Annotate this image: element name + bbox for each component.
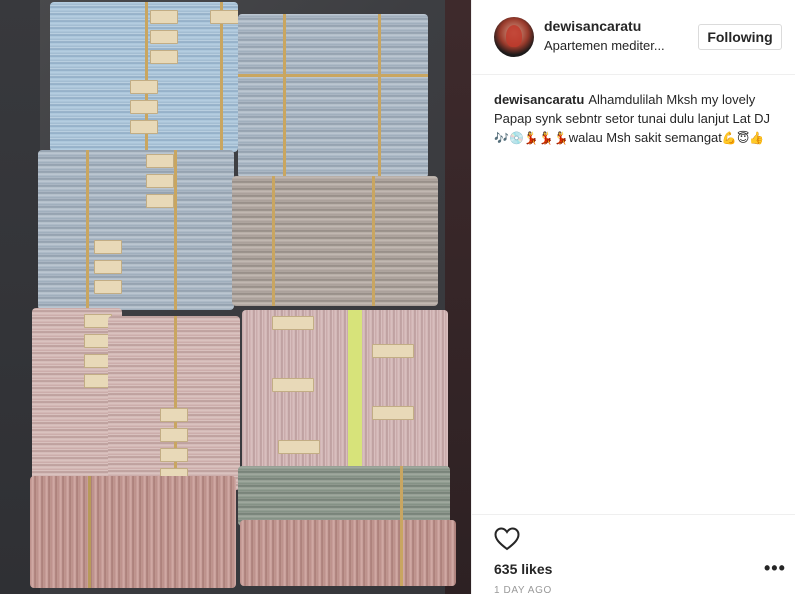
money-stack [240, 520, 456, 586]
money-stack [108, 316, 240, 490]
money-stack [238, 466, 450, 526]
money-stack [242, 310, 448, 472]
post-caption: dewisancaratu Alhamdulilah Mksh my lovely… [494, 90, 784, 148]
caption-emojis-end: 💪😇👍 [721, 131, 765, 145]
money-stack [38, 150, 234, 310]
caption-text-tail: walau Msh sakit semangat [568, 130, 722, 145]
following-button[interactable]: Following [698, 24, 782, 50]
more-options-icon[interactable]: ••• [764, 559, 786, 577]
post-details-panel: dewisancaratu Apartemen mediter... Follo… [471, 0, 795, 596]
caption-username-link[interactable]: dewisancaratu [494, 92, 584, 107]
post-header: dewisancaratu Apartemen mediter... Follo… [472, 0, 795, 75]
caption-emojis: 🎶💿💃💃💃 [494, 131, 569, 145]
location-link[interactable]: Apartemen mediter... [544, 38, 684, 53]
money-stack [30, 476, 236, 588]
heart-outline-icon[interactable] [494, 527, 520, 551]
money-stack [238, 14, 428, 178]
post-timestamp[interactable]: 1 DAY AGO [494, 585, 552, 596]
post-actions: 635 likes 1 DAY AGO ••• [472, 514, 795, 596]
post-photo[interactable] [0, 0, 471, 594]
likes-count[interactable]: 635 likes [494, 561, 552, 577]
avatar[interactable] [494, 17, 534, 57]
money-stack [50, 2, 238, 152]
money-stack [232, 176, 438, 306]
username-link[interactable]: dewisancaratu [544, 18, 641, 34]
